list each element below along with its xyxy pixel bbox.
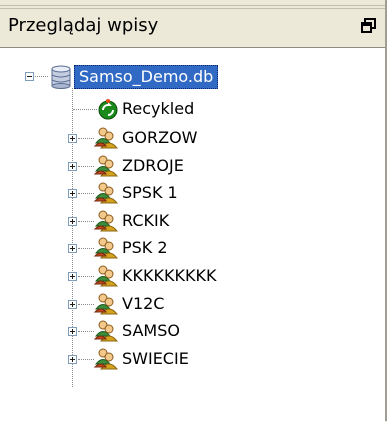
pin-icon[interactable] [361, 18, 377, 34]
expand-toggle[interactable] [68, 162, 77, 171]
tree-node-label[interactable]: Recykled [122, 98, 194, 120]
tree-node-label[interactable]: RCKIK [122, 210, 169, 232]
tree-connector [78, 276, 94, 277]
tree-node-label[interactable]: V12C [122, 293, 164, 315]
users-group-icon [94, 237, 118, 259]
tree-node-label[interactable]: SPSK 1 [122, 182, 178, 204]
tree-node-label[interactable]: GORZOW [122, 127, 197, 149]
titlebar-grip-line [0, 8, 385, 9]
expand-toggle[interactable] [68, 244, 77, 253]
tree-connector [78, 221, 94, 222]
panel-title: Przeglądaj wpisy [8, 15, 159, 36]
expand-toggle[interactable] [68, 134, 77, 143]
tree-connector [78, 248, 94, 249]
tree-node-label[interactable]: Samso_Demo.db [74, 65, 219, 89]
collapse-toggle[interactable] [25, 72, 34, 81]
tree-node-label[interactable]: SAMSO [122, 320, 180, 342]
tree-connector [78, 304, 94, 305]
tree-connector [78, 359, 94, 360]
tree-node-label[interactable]: ZDROJE [122, 155, 184, 177]
database-icon [51, 65, 71, 89]
panel-titlebar: Przeglądaj wpisy [0, 0, 385, 47]
tree-connector [78, 138, 94, 139]
users-group-icon [94, 348, 118, 370]
tree-connector [78, 193, 94, 194]
users-group-icon [94, 293, 118, 315]
expand-toggle[interactable] [68, 272, 77, 281]
tree-node-label[interactable]: KKKKKKKKK [122, 265, 216, 287]
expand-toggle[interactable] [68, 327, 77, 336]
users-group-icon [94, 182, 118, 204]
browse-entries-panel: Przeglądaj wpisy Samso_Demo.db Recykled … [0, 0, 387, 422]
entries-tree[interactable]: Samso_Demo.db Recykled GORZOW ZDROJE SPSK … [0, 47, 385, 422]
users-group-icon [94, 127, 118, 149]
users-group-icon [94, 265, 118, 287]
expand-toggle[interactable] [68, 300, 77, 309]
expand-toggle[interactable] [68, 217, 77, 226]
titlebar-grip-line [0, 5, 385, 6]
expand-toggle[interactable] [68, 189, 77, 198]
recycle-icon [98, 99, 118, 120]
tree-connector [73, 109, 97, 110]
users-group-icon [94, 320, 118, 342]
users-group-icon [94, 155, 118, 177]
tree-connector [72, 88, 73, 387]
expand-toggle[interactable] [68, 355, 77, 364]
tree-connector [35, 76, 48, 77]
tree-connector [78, 331, 94, 332]
tree-connector [78, 166, 94, 167]
tree-node-label[interactable]: PSK 2 [122, 237, 168, 259]
users-group-icon [94, 210, 118, 232]
tree-node-label[interactable]: SWIECIE [122, 348, 189, 370]
